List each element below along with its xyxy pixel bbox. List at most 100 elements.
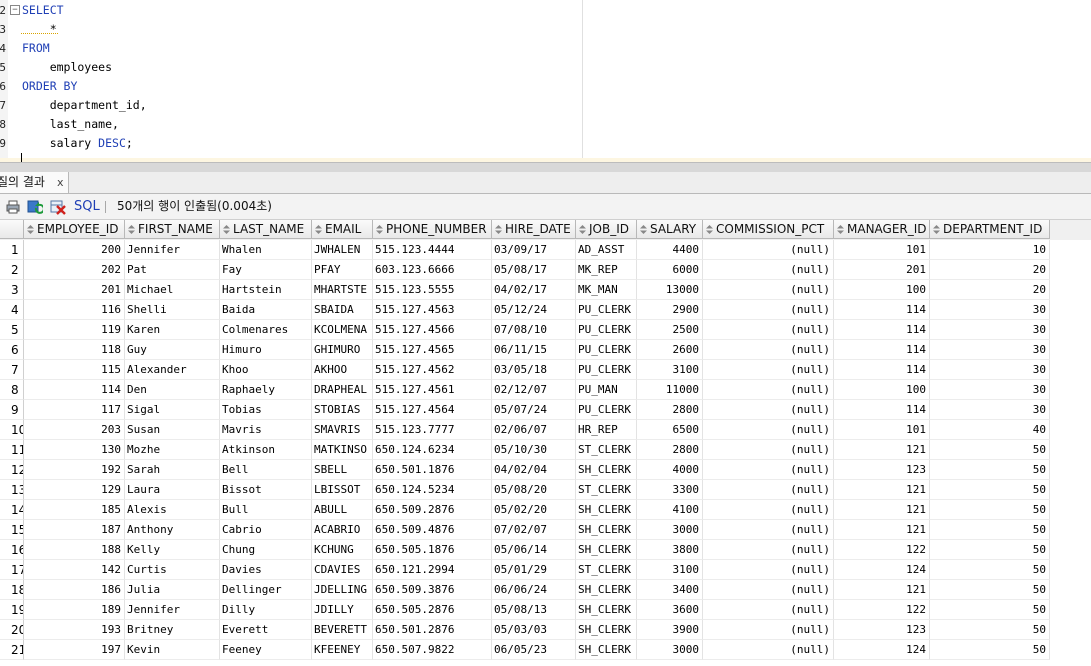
table-cell[interactable]: 192 [24,460,125,480]
table-cell[interactable]: Guy [125,340,220,360]
table-cell[interactable]: Fay [220,260,312,280]
table-cell[interactable]: Chung [220,540,312,560]
table-cell[interactable]: (null) [703,560,834,580]
table-cell[interactable]: Jennifer [125,600,220,620]
table-cell[interactable]: (null) [703,500,834,520]
table-cell[interactable]: 118 [24,340,125,360]
table-cell[interactable]: 50 [930,520,1050,540]
table-cell[interactable]: Kelly [125,540,220,560]
table-cell[interactable]: (null) [703,360,834,380]
table-cell[interactable]: 129 [24,480,125,500]
table-cell[interactable]: 06/05/23 [492,640,576,660]
table-row[interactable]: 8 114 Den Raphaely DRAPHEAL 515.127.4561 02/12… [0,380,1050,400]
close-icon[interactable]: x [57,172,64,193]
table-cell[interactable]: SH_CLERK [576,500,637,520]
table-cell[interactable]: 2800 [637,440,703,460]
table-cell[interactable]: PU_CLERK [576,300,637,320]
column-header-hire-date[interactable]: HIRE_DATE [492,220,576,239]
table-cell[interactable]: (null) [703,260,834,280]
table-cell[interactable]: (null) [703,620,834,640]
table-cell[interactable]: 515.127.4563 [373,300,492,320]
table-cell[interactable]: SMAVRIS [312,420,373,440]
column-header-last-name[interactable]: LAST_NAME [220,220,312,239]
table-cell[interactable]: 3000 [637,640,703,660]
column-header-email[interactable]: EMAIL [312,220,373,239]
table-cell[interactable]: 02/06/07 [492,420,576,440]
table-cell[interactable]: AD_ASST [576,240,637,260]
table-cell[interactable]: SH_CLERK [576,460,637,480]
table-cell[interactable]: 05/10/30 [492,440,576,460]
results-grid[interactable]: EMPLOYEE_ID FIRST_NAME LAST_NAME EMAIL PHONE… [0,220,1091,666]
table-cell[interactable]: Alexander [125,360,220,380]
sql-editor[interactable]: 2− SELECT 3 * 4 FROM 5 employees 6 ORDER BY 7 de… [0,0,1091,162]
table-cell[interactable]: 100 [834,380,930,400]
table-cell[interactable]: 117 [24,400,125,420]
table-cell[interactable]: DRAPHEAL [312,380,373,400]
table-cell[interactable]: 3300 [637,480,703,500]
table-cell[interactable]: (null) [703,240,834,260]
table-cell[interactable]: 03/05/18 [492,360,576,380]
table-cell[interactable]: Bell [220,460,312,480]
table-cell[interactable]: 50 [930,580,1050,600]
table-cell[interactable]: ACABRIO [312,520,373,540]
table-cell[interactable]: 3600 [637,600,703,620]
table-cell[interactable]: 185 [24,500,125,520]
table-row[interactable]: 3 201 Michael Hartstein MHARTSTE 515.123.5555… [0,280,1050,300]
table-cell[interactable]: CDAVIES [312,560,373,580]
table-cell[interactable]: 515.123.7777 [373,420,492,440]
table-cell[interactable]: 202 [24,260,125,280]
table-cell[interactable]: (null) [703,320,834,340]
table-cell[interactable]: 40 [930,420,1050,440]
table-cell[interactable]: SH_CLERK [576,620,637,640]
table-cell[interactable]: SH_CLERK [576,580,637,600]
table-cell[interactable]: AKHOO [312,360,373,380]
table-cell[interactable]: 30 [930,320,1050,340]
table-cell[interactable]: 50 [930,620,1050,640]
table-row[interactable]: 19189JenniferDillyJDILLY650.505.287605/0… [0,600,1050,620]
table-cell[interactable]: Britney [125,620,220,640]
table-cell[interactable]: 187 [24,520,125,540]
table-cell[interactable]: 03/09/17 [492,240,576,260]
table-cell[interactable]: Michael [125,280,220,300]
table-cell[interactable]: 04/02/17 [492,280,576,300]
table-row[interactable]: 2 202 Pat Fay PFAY 603.123.6666 05/08/17 MK_REP… [0,260,1050,280]
table-cell[interactable]: Shelli [125,300,220,320]
column-header-first-name[interactable]: FIRST_NAME [125,220,220,239]
table-cell[interactable]: PU_CLERK [576,360,637,380]
table-row[interactable]: 17142CurtisDaviesCDAVIES650.121.299405/0… [0,560,1050,580]
code-line[interactable]: 7 department_id, [0,96,1091,115]
table-cell[interactable]: 515.127.4566 [373,320,492,340]
table-cell[interactable]: 186 [24,580,125,600]
table-cell[interactable]: ABULL [312,500,373,520]
table-cell[interactable]: 4100 [637,500,703,520]
code-line[interactable]: 6 ORDER BY [0,77,1091,96]
table-cell[interactable]: (null) [703,300,834,320]
table-cell[interactable]: 30 [930,380,1050,400]
code-line[interactable]: 8 last_name, [0,115,1091,134]
table-cell[interactable]: Alexis [125,500,220,520]
table-cell[interactable]: 50 [930,440,1050,460]
table-cell[interactable]: 124 [834,640,930,660]
table-cell[interactable]: HR_REP [576,420,637,440]
table-cell[interactable]: Himuro [220,340,312,360]
table-cell[interactable]: 30 [930,340,1050,360]
table-cell[interactable]: Feeney [220,640,312,660]
table-cell[interactable]: Whalen [220,240,312,260]
table-cell[interactable]: 20 [930,260,1050,280]
table-cell[interactable]: 02/12/07 [492,380,576,400]
table-cell[interactable]: Pat [125,260,220,280]
table-cell[interactable]: (null) [703,640,834,660]
table-cell[interactable]: 3100 [637,560,703,580]
code-line[interactable]: 5 employees [0,58,1091,77]
table-cell[interactable]: PU_CLERK [576,400,637,420]
table-cell[interactable]: 650.507.9822 [373,640,492,660]
table-cell[interactable]: STOBIAS [312,400,373,420]
table-cell[interactable]: 515.127.4562 [373,360,492,380]
code-line[interactable]: 9 salary DESC; [0,134,1091,153]
fold-toggle-icon[interactable]: − [10,5,20,15]
column-header-commission-pct[interactable]: COMMISSION_PCT [703,220,834,239]
table-cell[interactable]: 201 [24,280,125,300]
table-cell[interactable]: (null) [703,280,834,300]
table-cell[interactable]: 515.127.4561 [373,380,492,400]
table-row[interactable]: 15187AnthonyCabrioACABRIO650.509.487607/… [0,520,1050,540]
